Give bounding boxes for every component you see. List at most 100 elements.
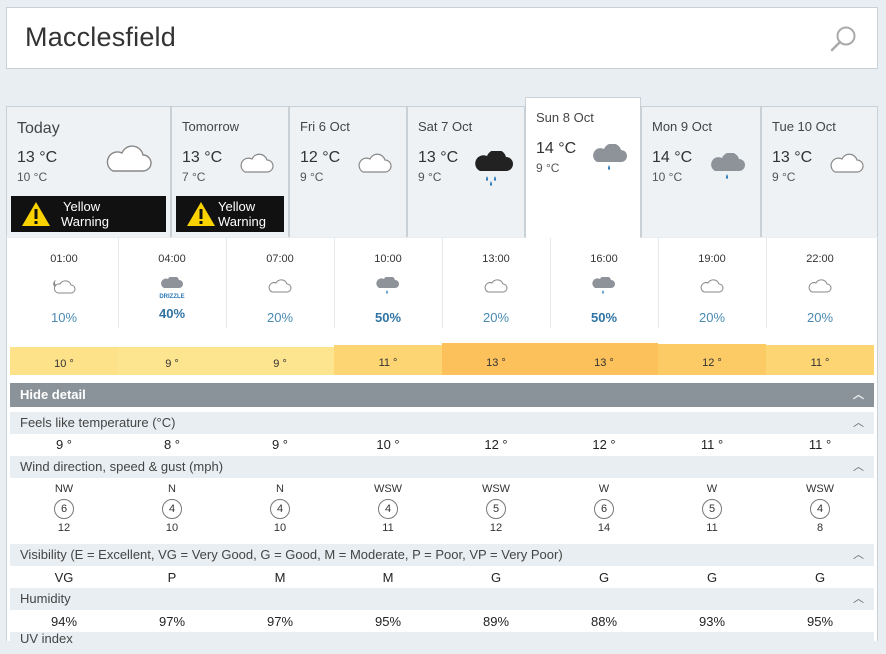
wind-compass-icon: 4 — [270, 499, 290, 519]
feels-like-value: 11 ° — [700, 437, 724, 452]
wind-compass-icon: 6 — [54, 499, 74, 519]
cloud-icon — [830, 153, 864, 173]
search-icon[interactable] — [829, 24, 859, 54]
section-feels-like[interactable]: Feels like temperature (°C) ︿ — [10, 412, 874, 434]
day-tabs: Today 13 °C 10 °C Yellow Warning Tomorrow… — [6, 97, 878, 238]
section-label: Feels like temperature (°C) — [20, 415, 176, 430]
day-low-temp: 9 °C — [536, 161, 560, 175]
day-name: Sun 8 Oct — [536, 110, 594, 125]
day-name: Tue 10 Oct — [772, 119, 836, 134]
day-high-temp: 13 °C — [418, 149, 459, 166]
wind-gust: 14 — [597, 522, 611, 534]
hour-column[interactable]: 16:00 50% — [550, 253, 658, 325]
day-tab-mon[interactable]: Mon 9 Oct 14 °C 10 °C — [641, 106, 761, 237]
wind-speed: 4 — [384, 503, 392, 515]
section-wind[interactable]: Wind direction, speed & gust (mph) ︿ — [10, 456, 874, 478]
hour-temp: 11 ° — [766, 345, 874, 375]
wind-compass-icon: 4 — [810, 499, 830, 519]
hour-column[interactable]: 13:00 20% — [442, 253, 550, 325]
yellow-warning-badge[interactable]: Yellow Warning — [11, 196, 166, 232]
section-label: UV index — [20, 631, 73, 646]
wind-cell: WSW 4 8 — [766, 483, 874, 534]
wind-cell: N 4 10 — [226, 483, 334, 534]
light-rain-icon — [592, 275, 615, 294]
hide-detail-label: Hide detail — [20, 387, 86, 402]
heavy-rain-icon — [475, 151, 513, 186]
day-high-temp: 14 °C — [536, 140, 577, 157]
wind-cell: WSW 4 11 — [334, 483, 442, 534]
day-tab-fri[interactable]: Fri 6 Oct 12 °C 9 °C — [289, 106, 407, 237]
feels-like-value: 12 ° — [484, 437, 508, 452]
visibility-value: G — [490, 570, 502, 585]
humidity-value: 95% — [374, 614, 402, 629]
hide-detail-toggle[interactable]: Hide detail ︿ — [10, 383, 874, 407]
hour-column[interactable]: 19:00 20% — [658, 253, 766, 325]
chevron-up-icon: ︿ — [853, 461, 864, 473]
rain-chance: 20% — [698, 310, 726, 325]
wind-gust: 10 — [273, 522, 287, 534]
wind-compass-icon: 6 — [594, 499, 614, 519]
day-tab-sun[interactable]: Sun 8 Oct 14 °C 9 °C — [525, 97, 641, 238]
wind-direction: W — [706, 483, 718, 495]
hour-column[interactable]: 10:00 50% — [334, 253, 442, 325]
drizzle-icon — [161, 275, 183, 288]
rain-chance: 50% — [590, 310, 618, 325]
wind-direction: WSW — [481, 483, 511, 495]
wind-gust: 11 — [706, 522, 718, 534]
hourly-forecast-panel: 01:00 10% 04:00 DRIZZLE 40% 07:00 20% 10… — [6, 238, 878, 654]
yellow-warning-badge[interactable]: Yellow Warning — [176, 196, 284, 232]
hour-temp: 13 ° — [550, 343, 658, 375]
cloud-icon — [268, 279, 292, 293]
day-tab-sat[interactable]: Sat 7 Oct 13 °C 9 °C — [407, 106, 525, 237]
warning-icon — [22, 202, 50, 226]
day-high-temp: 14 °C — [652, 149, 693, 166]
section-visibility[interactable]: Visibility (E = Excellent, VG = Very Goo… — [10, 544, 874, 566]
hour-column[interactable]: 22:00 20% — [766, 253, 874, 325]
section-humidity[interactable]: Humidity ︿ — [10, 588, 874, 610]
humidity-value: 95% — [806, 614, 834, 629]
light-rain-icon — [711, 153, 745, 179]
humidity-value: 93% — [698, 614, 726, 629]
wind-gust: 10 — [165, 522, 179, 534]
rain-chance: 20% — [266, 310, 294, 325]
feels-like-value: 12 ° — [592, 437, 616, 452]
hour-column[interactable]: 07:00 20% — [226, 253, 334, 325]
feels-like-value: 9 ° — [271, 437, 289, 452]
humidity-row: 94% 97% 97% 95% 89% 88% 93% 95% — [10, 614, 874, 634]
day-tab-tomorrow[interactable]: Tomorrow 13 °C 7 °C Yellow Warning — [171, 106, 289, 237]
hourly-summary: 01:00 10% 04:00 DRIZZLE 40% 07:00 20% 10… — [10, 238, 874, 330]
section-uv[interactable]: UV index — [10, 632, 874, 654]
humidity-value: 94% — [50, 614, 78, 629]
day-tab-today[interactable]: Today 13 °C 10 °C Yellow Warning — [6, 106, 171, 237]
cloud-icon — [106, 145, 152, 172]
wind-speed: 5 — [708, 503, 716, 515]
section-label: Visibility (E = Excellent, VG = Very Goo… — [20, 547, 563, 562]
day-name: Tomorrow — [182, 119, 240, 134]
wind-direction: W — [598, 483, 610, 495]
cloud-icon — [700, 279, 724, 293]
wind-direction: WSW — [373, 483, 403, 495]
hour-time: 01:00 — [50, 253, 78, 265]
wind-direction: WSW — [805, 483, 835, 495]
wind-row: NW 6 12 N 4 10 N 4 10 WSW 4 11 WSW 5 12 W 6 14 W 5 11 … — [10, 483, 874, 541]
visibility-value: VG — [54, 570, 74, 585]
chevron-up-icon: ︿ — [853, 389, 864, 401]
search-input[interactable]: Macclesfield — [25, 22, 176, 53]
location-search[interactable]: Macclesfield — [6, 7, 878, 69]
wind-gust: 11 — [382, 522, 394, 534]
day-low-temp: 10 °C — [17, 170, 48, 184]
day-name: Today — [17, 120, 60, 137]
hour-column[interactable]: 04:00 DRIZZLE 40% — [118, 253, 226, 321]
drizzle-label: DRIZZLE — [159, 294, 185, 300]
day-tab-tue[interactable]: Tue 10 Oct 13 °C 9 °C — [761, 106, 878, 237]
hour-column[interactable]: 01:00 10% — [10, 253, 118, 325]
section-label: Wind direction, speed & gust (mph) — [20, 459, 224, 474]
feels-like-value: 11 ° — [808, 437, 832, 452]
hour-time: 04:00 — [158, 253, 186, 265]
day-high-temp: 13 °C — [17, 149, 58, 166]
wind-cell: NW 6 12 — [10, 483, 118, 534]
cloud-icon — [240, 153, 274, 173]
warning-icon — [187, 202, 215, 226]
visibility-value: P — [167, 570, 177, 585]
wind-cell: WSW 5 12 — [442, 483, 550, 534]
